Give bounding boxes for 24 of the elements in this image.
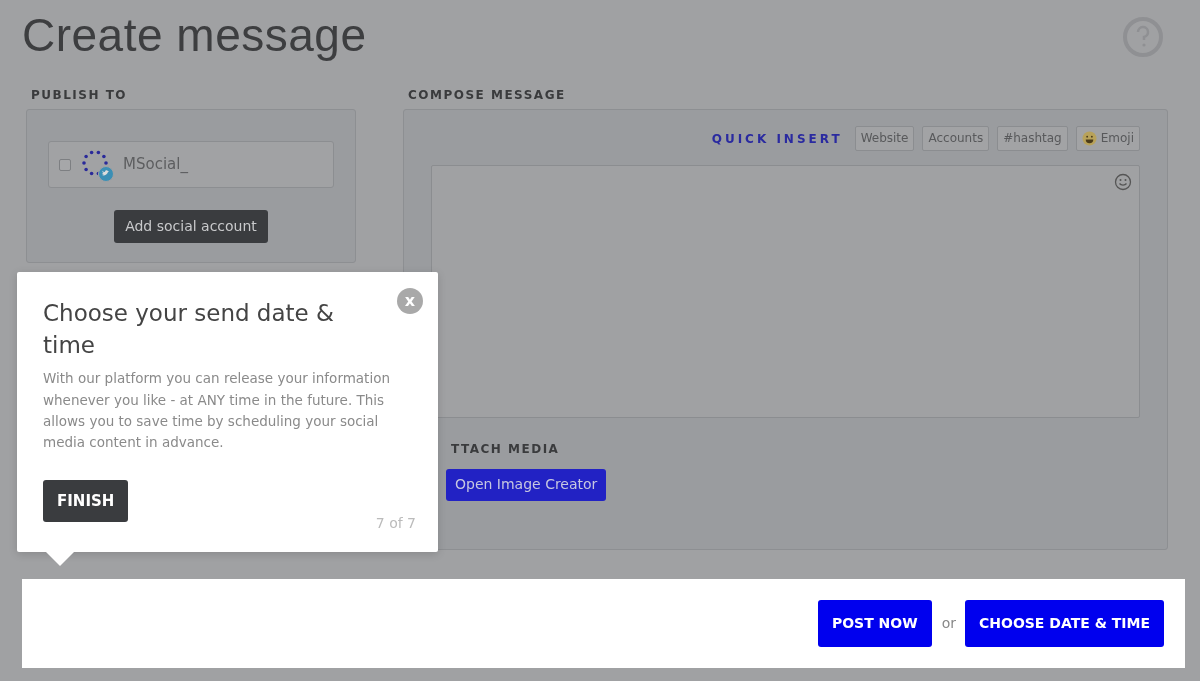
close-button[interactable]: x <box>397 288 423 314</box>
insert-button[interactable]: Accounts <box>922 126 990 151</box>
account-name: MSocial_ <box>123 154 188 176</box>
section-heading: COMPOSE MESSAGE <box>408 87 567 104</box>
post-now-button[interactable]: POST NOW <box>817 600 932 647</box>
message-field[interactable] <box>431 165 1140 418</box>
finish-button[interactable]: FINISH <box>43 479 129 523</box>
section-heading: PUBLISH TO <box>31 87 129 104</box>
checkbox[interactable] <box>59 158 71 171</box>
schedule-button[interactable]: CHOOSE DATE & TIME <box>965 600 1164 647</box>
insert-button[interactable]: #hashtag <box>997 126 1068 151</box>
emoji-icon[interactable] <box>1114 173 1132 191</box>
account-row[interactable]: MSocial_ <box>48 141 334 188</box>
emoji-icon <box>1081 131 1097 146</box>
insert-button[interactable]: Website <box>854 126 915 151</box>
image-creator-button[interactable]: Open Image Creator <box>446 469 607 501</box>
popover-title: Choose your send date & time <box>43 299 335 360</box>
add-account-button[interactable]: Add social account <box>114 210 268 243</box>
quick-insert-label: QUICK INSERT <box>711 130 843 148</box>
insert-button[interactable]: Emoji <box>1075 126 1140 151</box>
step-counter: 7 of 7 <box>375 514 416 533</box>
section-heading: TTACH MEDIA <box>451 441 561 458</box>
separator-text: or <box>941 614 956 633</box>
popover-text: With our platform you can release your information whenever you like - at ANY time in the future. This allows you to save time by scheduling your social media content in advance. <box>43 369 391 453</box>
